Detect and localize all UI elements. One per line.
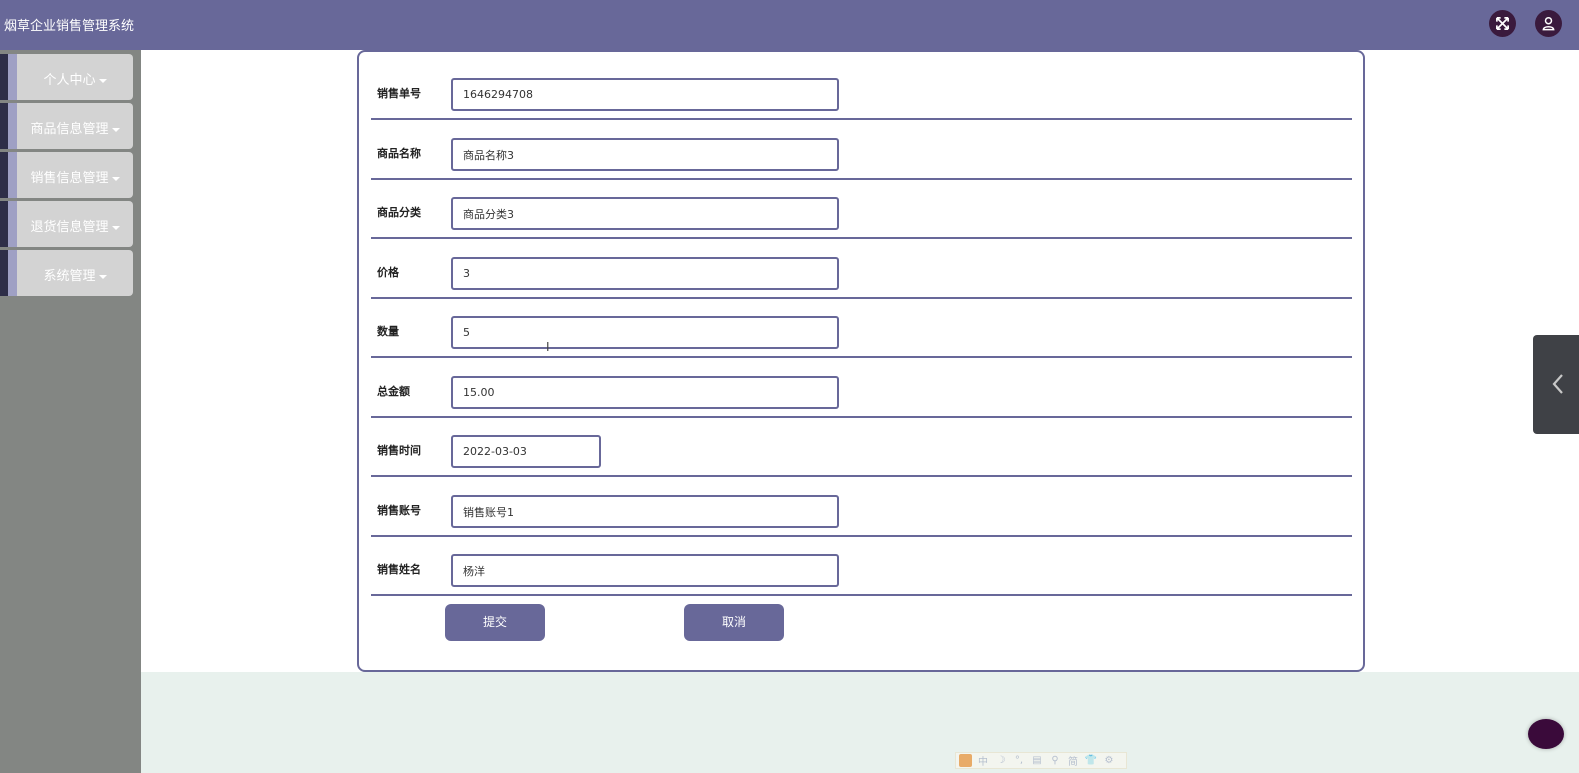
ime-settings-icon[interactable]: ⚙	[1102, 755, 1116, 766]
sidebar-item-label: 系统管理	[17, 265, 133, 284]
chat-bubble-icon[interactable]	[1528, 719, 1564, 749]
form-row-quantity: 数量	[371, 300, 1352, 358]
form-row-product-category: 商品分类	[371, 181, 1352, 239]
caret-down-icon	[111, 225, 120, 230]
ime-voice-icon[interactable]: ⚲	[1048, 755, 1062, 766]
product-name-input[interactable]	[451, 138, 839, 171]
sidebar-item-text: 退货信息管理	[30, 220, 109, 235]
menu-accent	[8, 103, 17, 149]
ime-skin-icon[interactable]: 👕	[1084, 755, 1098, 766]
ime-punctuation-icon[interactable]: °,	[1012, 755, 1026, 766]
sidebar-item-product-info[interactable]: 商品信息管理	[0, 103, 133, 149]
total-amount-input[interactable]	[451, 376, 839, 409]
sales-form: 销售单号 商品名称 商品分类 价格 数量 总金额 销售时间 销售账号 销售姓名 …	[357, 50, 1365, 672]
field-label: 价格	[377, 266, 399, 279]
sale-date-input[interactable]	[451, 435, 601, 468]
field-label: 总金额	[377, 385, 410, 398]
field-label: 销售账号	[377, 504, 421, 517]
app-title: 烟草企业销售管理系统	[4, 19, 135, 34]
fullscreen-icon-glyph	[1496, 17, 1509, 30]
caret-down-icon	[111, 176, 120, 181]
menu-accent	[0, 250, 8, 296]
sidebar-item-system[interactable]: 系统管理	[0, 250, 133, 296]
price-input[interactable]	[451, 257, 839, 290]
form-row-order-no: 销售单号	[371, 62, 1352, 120]
form-row-product-name: 商品名称	[371, 122, 1352, 180]
caret-down-icon	[111, 127, 120, 132]
sidebar-item-personal-center[interactable]: 个人中心	[0, 54, 133, 100]
ime-chinese-icon[interactable]: 中	[976, 753, 990, 768]
menu-accent	[0, 201, 8, 247]
field-label: 销售姓名	[377, 563, 421, 576]
sidebar-item-text: 系统管理	[43, 269, 96, 284]
menu-accent	[0, 152, 8, 198]
menu-accent	[8, 152, 17, 198]
sidebar-item-text: 商品信息管理	[30, 122, 109, 137]
sidebar-item-sales-info[interactable]: 销售信息管理	[0, 152, 133, 198]
field-label: 数量	[377, 325, 399, 338]
caret-down-icon	[98, 274, 107, 279]
chevron-left-icon	[1552, 374, 1563, 394]
ime-keyboard-icon[interactable]: ▤	[1030, 755, 1044, 766]
form-row-price: 价格	[371, 241, 1352, 299]
ime-moon-icon[interactable]: ☽	[994, 755, 1008, 766]
sidebar-item-text: 个人中心	[43, 73, 96, 88]
sidebar-item-label: 商品信息管理	[17, 118, 133, 137]
field-label: 销售时间	[377, 444, 421, 457]
user-icon[interactable]	[1535, 10, 1562, 37]
cancel-button[interactable]: 取消	[684, 604, 784, 641]
sidebar-item-label: 退货信息管理	[17, 216, 133, 235]
field-label: 销售单号	[377, 87, 421, 100]
sidebar-item-return-info[interactable]: 退货信息管理	[0, 201, 133, 247]
menu-accent	[0, 54, 8, 100]
menu-accent	[0, 103, 8, 149]
sidebar: 个人中心 商品信息管理 销售信息管理 退货信息管理 系统管理	[0, 50, 141, 773]
sidebar-item-text: 销售信息管理	[30, 171, 109, 186]
caret-down-icon	[98, 78, 107, 83]
form-row-sales-account: 销售账号	[371, 479, 1352, 537]
side-panel-toggle[interactable]	[1533, 335, 1579, 434]
sidebar-item-label: 销售信息管理	[17, 167, 133, 186]
field-label: 商品分类	[377, 206, 421, 219]
product-category-input[interactable]	[451, 197, 839, 230]
submit-button[interactable]: 提交	[445, 604, 545, 641]
menu-accent	[8, 201, 17, 247]
form-row-sales-name: 销售姓名	[371, 538, 1352, 596]
sales-account-input[interactable]	[451, 495, 839, 528]
sidebar-item-label: 个人中心	[17, 69, 133, 88]
menu-accent	[8, 54, 17, 100]
text-cursor-icon: I	[546, 340, 550, 354]
ime-toolbar: 中 ☽ °, ▤ ⚲ 简 👕 ⚙	[955, 752, 1127, 769]
ime-logo-icon	[959, 754, 972, 767]
field-label: 商品名称	[377, 147, 421, 160]
form-row-total-amount: 总金额	[371, 360, 1352, 418]
sales-name-input[interactable]	[451, 554, 839, 587]
menu-accent	[8, 250, 17, 296]
top-bar: 烟草企业销售管理系统	[0, 0, 1579, 50]
quantity-input[interactable]	[451, 316, 839, 349]
order-no-input[interactable]	[451, 78, 839, 111]
fullscreen-icon[interactable]	[1489, 10, 1516, 37]
user-icon-glyph	[1542, 16, 1555, 31]
form-row-sale-date: 销售时间	[371, 419, 1352, 477]
ime-simplified-icon[interactable]: 简	[1066, 753, 1080, 768]
